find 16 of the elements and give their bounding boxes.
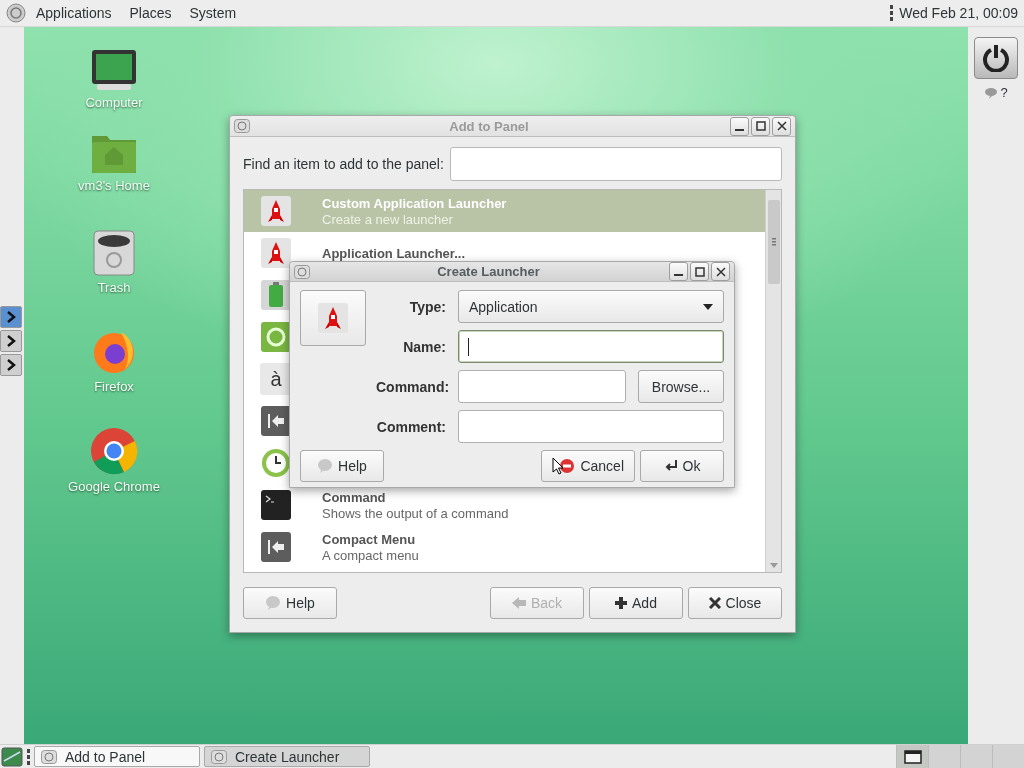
- dropdown-value: Application: [469, 298, 539, 315]
- field-label: Command:: [376, 378, 446, 395]
- item-description: A compact menu: [322, 547, 419, 563]
- field-label: Type:: [408, 298, 446, 315]
- find-label: Find an item to add to the panel:: [243, 156, 444, 172]
- item-title: Command: [322, 489, 387, 505]
- item-title: Compact Menu: [322, 531, 417, 547]
- item-description: Create a new launcher: [322, 211, 454, 227]
- field-label: Name:: [402, 338, 446, 355]
- field-label: Comment:: [376, 418, 446, 435]
- window-title: Create Launcher: [436, 264, 541, 279]
- item-description: Shows the output of a command: [322, 505, 509, 521]
- character-icon: à: [260, 363, 292, 395]
- item-title: Application Launcher...: [322, 245, 466, 261]
- item-title: Custom Application Launcher: [322, 195, 507, 211]
- window-title: Add to Panel: [448, 118, 530, 134]
